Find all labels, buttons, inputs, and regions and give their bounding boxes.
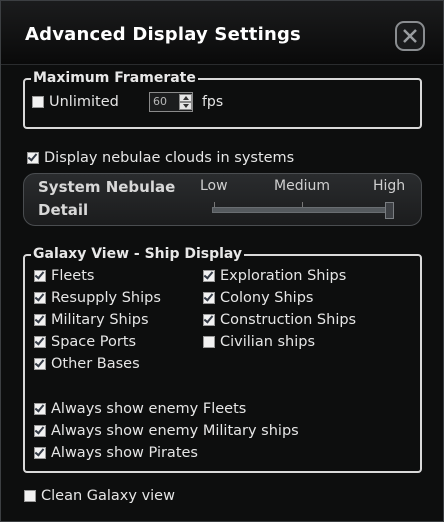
- ship-display-label: Civilian ships: [220, 334, 316, 350]
- unlimited-checkbox[interactable]: [32, 96, 44, 108]
- ship-display-checkbox[interactable]: [34, 425, 46, 437]
- ship-display-option[interactable]: Military Ships: [34, 312, 149, 328]
- nebula-level-medium: Medium: [274, 178, 330, 194]
- unlimited-label: Unlimited: [49, 94, 119, 110]
- ship-display-option[interactable]: Other Bases: [34, 356, 140, 372]
- ship-display-option[interactable]: Always show enemy Military ships: [34, 423, 299, 439]
- nebula-detail-slider[interactable]: [212, 207, 392, 213]
- ship-display-option[interactable]: Colony Ships: [203, 290, 313, 306]
- ship-display-option[interactable]: Always show enemy Fleets: [34, 401, 246, 417]
- slider-tick: [214, 202, 215, 207]
- ship-display-label: Construction Ships: [220, 312, 357, 328]
- spin-down-button[interactable]: [179, 102, 192, 110]
- nebula-level-high: High: [373, 178, 406, 194]
- ship-display-label: Always show enemy Military ships: [51, 423, 299, 439]
- ship-display-checkbox[interactable]: [203, 314, 215, 326]
- ship-display-checkbox[interactable]: [34, 270, 46, 282]
- nebula-detail-title-line2: Detail: [38, 201, 89, 219]
- clean-galaxy-checkbox[interactable]: [24, 490, 36, 502]
- ship-display-label: Space Ports: [51, 334, 137, 350]
- nebulae-clouds-checkbox[interactable]: [27, 152, 39, 164]
- ship-display-label: Always show Pirates: [51, 445, 198, 461]
- ship-display-checkbox[interactable]: [34, 336, 46, 348]
- spin-up-button[interactable]: [179, 94, 192, 102]
- galaxy-view-legend: Galaxy View - Ship Display: [31, 246, 245, 262]
- ship-display-option[interactable]: Exploration Ships: [203, 268, 346, 284]
- framerate-legend: Maximum Framerate: [31, 70, 198, 86]
- clean-galaxy-checkbox-row[interactable]: Clean Galaxy view: [24, 488, 175, 504]
- dialog-title: Advanced Display Settings: [25, 24, 301, 45]
- ship-display-label: Always show enemy Fleets: [51, 401, 247, 417]
- nebula-detail-title-line1: System Nebulae: [38, 178, 176, 196]
- unlimited-checkbox-row[interactable]: Unlimited: [32, 94, 119, 110]
- ship-display-checkbox[interactable]: [203, 336, 215, 348]
- ship-display-label: Colony Ships: [220, 290, 314, 306]
- ship-display-option[interactable]: Resupply Ships: [34, 290, 161, 306]
- ship-display-option[interactable]: Always show Pirates: [34, 445, 198, 461]
- ship-display-checkbox[interactable]: [34, 403, 46, 415]
- ship-display-label: Exploration Ships: [220, 268, 347, 284]
- fps-unit-label: fps: [202, 94, 224, 110]
- ship-display-checkbox[interactable]: [203, 292, 215, 304]
- framerate-value[interactable]: 60: [153, 95, 167, 108]
- close-button[interactable]: [395, 21, 425, 51]
- close-icon: [403, 29, 417, 43]
- ship-display-label: Fleets: [51, 268, 95, 284]
- ship-display-option[interactable]: Construction Ships: [203, 312, 356, 328]
- ship-display-label: Military Ships: [51, 312, 149, 328]
- ship-display-option[interactable]: Fleets: [34, 268, 94, 284]
- nebula-slider-handle[interactable]: [385, 202, 394, 219]
- ship-display-checkbox[interactable]: [34, 358, 46, 370]
- nebulae-clouds-label: Display nebulae clouds in systems: [44, 150, 295, 166]
- nebula-level-low: Low: [200, 178, 228, 194]
- ship-display-checkbox[interactable]: [203, 270, 215, 282]
- slider-tick: [302, 202, 303, 207]
- ship-display-checkbox[interactable]: [34, 314, 46, 326]
- advanced-display-settings-dialog: Advanced Display Settings Maximum Framer…: [0, 0, 444, 522]
- ship-display-checkbox[interactable]: [34, 292, 46, 304]
- title-bar: Advanced Display Settings: [1, 1, 443, 65]
- ship-display-option[interactable]: Space Ports: [34, 334, 136, 350]
- nebulae-clouds-checkbox-row[interactable]: Display nebulae clouds in systems: [27, 150, 294, 166]
- clean-galaxy-label: Clean Galaxy view: [41, 488, 175, 504]
- ship-display-label: Resupply Ships: [51, 290, 161, 306]
- ship-display-option[interactable]: Civilian ships: [203, 334, 315, 350]
- ship-display-label: Other Bases: [51, 356, 140, 372]
- ship-display-checkbox[interactable]: [34, 447, 46, 459]
- framerate-spinbox[interactable]: 60: [149, 92, 193, 112]
